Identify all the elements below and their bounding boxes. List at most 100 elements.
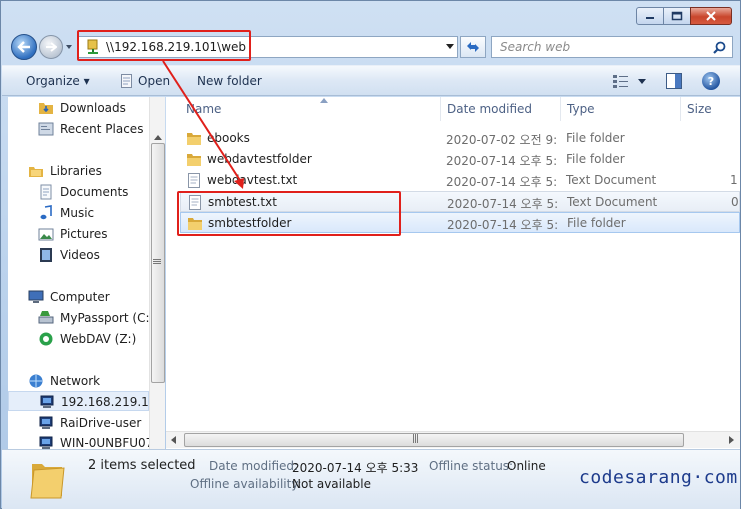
nav-item-win-0unbfu07e[interactable]: WIN-0UNBFU07E xyxy=(8,433,161,449)
text-document-icon xyxy=(188,173,200,188)
nav-item-raidrive-user[interactable]: RaiDrive-user xyxy=(8,413,149,433)
folder-icon xyxy=(187,133,201,145)
nav-item-label: Recent Places xyxy=(60,122,144,136)
nav-item-label: RaiDrive-user xyxy=(60,416,142,430)
nav-item-label: Downloads xyxy=(60,101,126,115)
date-modified-value: 2020-07-14 오후 5:33 xyxy=(292,461,419,475)
nav-item-pictures[interactable]: Pictures xyxy=(8,224,149,244)
preview-pane-button[interactable] xyxy=(666,73,682,89)
address-bar[interactable]: \\192.168.219.101\web xyxy=(77,36,458,58)
refresh-button[interactable] xyxy=(460,36,486,58)
close-button[interactable] xyxy=(690,7,732,25)
horizontal-scrollbar[interactable]: ||| xyxy=(166,431,740,448)
nav-item-computer[interactable]: Computer xyxy=(8,287,149,307)
recent-pages-dropdown[interactable] xyxy=(65,43,73,51)
nav-item-label: Music xyxy=(60,206,95,220)
open-button[interactable]: Open xyxy=(138,74,170,88)
command-bar: Organize ▾ Open New folder ? xyxy=(2,65,740,96)
scrollbar-grip xyxy=(153,259,161,260)
selection-count: 2 items selected xyxy=(88,458,196,473)
nav-item-music[interactable]: Music xyxy=(8,203,149,223)
nav-item-label: WebDAV (Z:) xyxy=(60,332,137,346)
caption-buttons xyxy=(636,7,732,25)
file-type: File folder xyxy=(566,152,625,166)
file-date-modified: 2020-07-14 오후 5:... xyxy=(446,154,558,168)
nav-item-network[interactable]: Network xyxy=(8,371,149,391)
network-icon xyxy=(29,374,43,388)
drive-icon xyxy=(38,311,54,324)
nav-item-label: Network xyxy=(50,374,101,388)
text-document-icon xyxy=(189,195,201,210)
search-box[interactable]: Search web xyxy=(491,36,733,58)
folder-icon xyxy=(188,218,202,230)
close-icon xyxy=(706,11,716,21)
new-folder-button[interactable]: New folder xyxy=(197,74,262,88)
recent-places-icon xyxy=(38,122,54,136)
file-size: 0 xyxy=(731,195,739,209)
scroll-left-icon[interactable] xyxy=(171,436,176,444)
views-icon[interactable] xyxy=(612,74,630,88)
nav-item-label: MyPassport (C:) xyxy=(60,311,155,325)
file-date-modified: 2020-07-14 오후 5:... xyxy=(447,197,559,211)
file-name: smbtest.txt xyxy=(208,195,277,209)
column-header-name[interactable]: Name xyxy=(180,97,441,121)
nav-item-mypassport-c[interactable]: MyPassport (C:) xyxy=(8,308,154,328)
back-button[interactable] xyxy=(11,34,37,60)
address-path[interactable]: \\192.168.219.101\web xyxy=(106,40,246,54)
nav-item-webdav-z[interactable]: WebDAV (Z:) xyxy=(8,329,149,349)
forward-button[interactable] xyxy=(39,35,63,59)
nav-item-documents[interactable]: Documents xyxy=(8,182,149,202)
column-header-date[interactable]: Date modified xyxy=(441,97,561,121)
minimize-button[interactable] xyxy=(636,7,664,25)
file-row[interactable]: ebooks 2020-07-02 오전 9:... File folder xyxy=(180,128,740,149)
nav-item-192-168-219-101[interactable]: 192.168.219.101 xyxy=(8,391,164,411)
organize-button[interactable]: Organize ▾ xyxy=(26,74,90,88)
column-header-type[interactable]: Type xyxy=(561,97,681,121)
file-row[interactable]: smbtest.txt 2020-07-14 오후 5:... Text Docum… xyxy=(180,191,740,212)
maximize-button[interactable] xyxy=(663,7,691,25)
nav-item-libraries[interactable]: Libraries xyxy=(8,161,149,181)
scrollbar-grip: ||| xyxy=(412,434,419,444)
explorer-window: \\192.168.219.101\web Search web Organiz… xyxy=(0,0,741,509)
network-computer-icon xyxy=(39,416,53,429)
file-row[interactable]: webdavtestfolder 2020-07-14 오후 5:... File … xyxy=(180,149,740,170)
folder-icon xyxy=(30,464,65,499)
navigation-pane: Downloads Recent Places Libraries Documents… xyxy=(8,97,165,449)
nav-item-label: Pictures xyxy=(60,227,108,241)
network-computer-icon xyxy=(40,395,54,408)
file-date-modified: 2020-07-14 오후 5:... xyxy=(446,175,558,189)
libraries-icon xyxy=(29,167,43,177)
scroll-right-icon[interactable] xyxy=(729,436,734,444)
file-row[interactable]: webdavtest.txt 2020-07-14 오후 5:... Text Do… xyxy=(180,170,740,191)
nav-item-label: Computer xyxy=(50,290,110,304)
file-type: Text Document xyxy=(567,195,658,209)
file-type: File folder xyxy=(567,216,626,230)
scroll-up-icon[interactable] xyxy=(154,135,162,140)
column-header-size[interactable]: Size xyxy=(681,97,740,121)
search-icon[interactable] xyxy=(713,41,726,54)
nav-item-recent-places[interactable]: Recent Places xyxy=(8,119,149,139)
videos-icon xyxy=(40,248,52,262)
minimize-icon xyxy=(646,17,654,19)
scrollbar-thumb[interactable] xyxy=(151,143,165,383)
file-date-modified: 2020-07-02 오전 9:... xyxy=(446,133,558,147)
chevron-down-icon[interactable] xyxy=(446,44,454,50)
file-name: webdavtest.txt xyxy=(207,173,298,187)
file-list: Name Date modified Type Size ebooks 2020-… xyxy=(166,97,740,449)
computer-icon xyxy=(28,290,44,303)
sort-ascending-icon xyxy=(320,98,328,103)
offline-availability-value: Not available xyxy=(292,477,372,491)
file-row[interactable]: smbtestfolder 2020-07-14 오후 5:... File fol… xyxy=(180,212,740,233)
navigation-scrollbar[interactable] xyxy=(149,97,165,449)
file-type: File folder xyxy=(566,131,625,145)
nav-item-downloads[interactable]: Downloads xyxy=(8,98,149,118)
nav-item-videos[interactable]: Videos xyxy=(8,245,149,265)
scrollbar-thumb[interactable] xyxy=(184,433,684,447)
chevron-down-icon[interactable] xyxy=(638,79,646,85)
watermark: codesarang·com xyxy=(579,467,738,488)
file-name: webdavtestfolder xyxy=(207,152,312,166)
open-document-icon xyxy=(121,74,132,88)
search-placeholder[interactable]: Search web xyxy=(500,40,570,54)
help-button[interactable]: ? xyxy=(702,72,720,90)
arrow-right-icon xyxy=(46,42,57,52)
